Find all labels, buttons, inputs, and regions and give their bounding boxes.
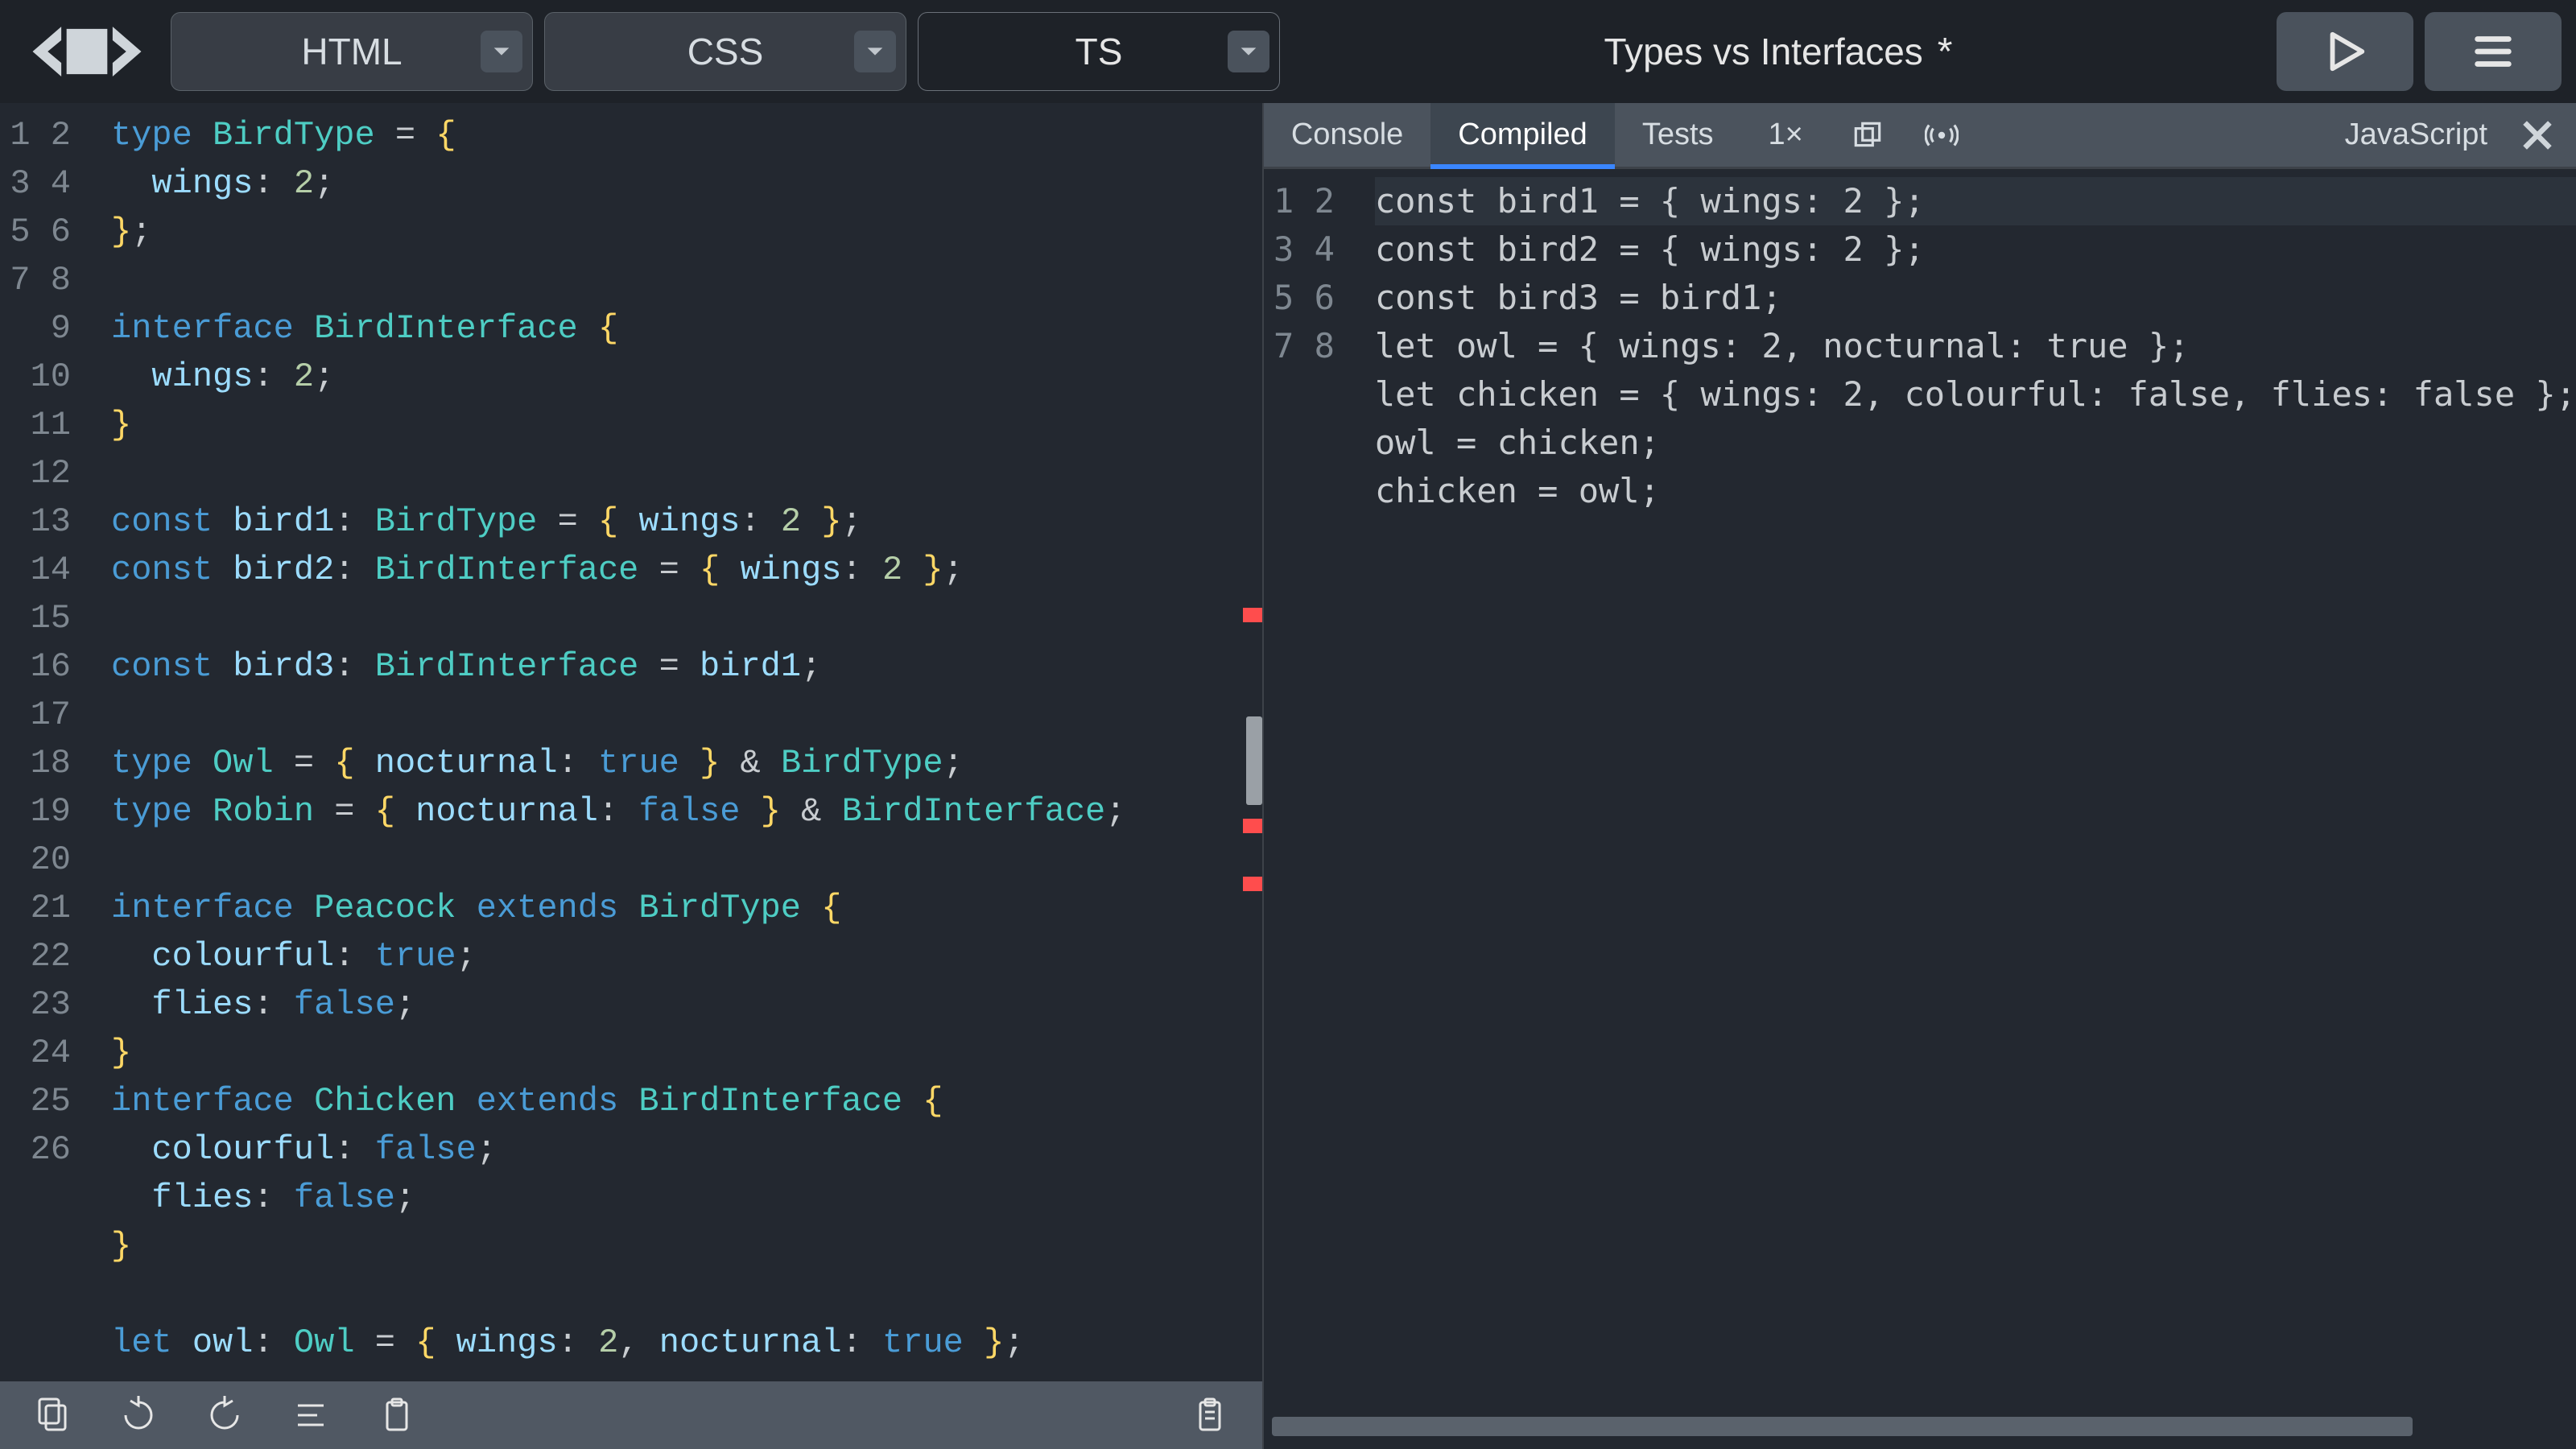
broadcast-icon xyxy=(1925,118,1959,152)
editor-bottom-toolbar xyxy=(0,1381,1262,1449)
app-root: HTML CSS TS Types vs Interfaces * xyxy=(0,0,2576,1449)
zoom-level-label: 1× xyxy=(1769,118,1803,152)
chevron-down-icon xyxy=(1237,40,1260,63)
tab-compiled-label: Compiled xyxy=(1458,118,1587,152)
menu-button[interactable] xyxy=(2425,12,2562,91)
tab-tests-label: Tests xyxy=(1642,118,1714,152)
popout-button[interactable] xyxy=(1831,103,1905,167)
main-area: 1 2 3 4 5 6 7 8 9 10 11 12 13 14 15 16 1… xyxy=(0,103,2576,1449)
undo-button[interactable] xyxy=(182,1385,266,1445)
editor-gutter: 1 2 3 4 5 6 7 8 9 10 11 12 13 14 15 16 1… xyxy=(0,103,85,1381)
tab-ts-label: TS xyxy=(1075,30,1123,73)
tab-ts[interactable]: TS xyxy=(918,12,1280,91)
run-icon xyxy=(2322,28,2368,75)
output-gutter: 1 2 3 4 5 6 7 8 xyxy=(1264,169,1349,1412)
unsaved-indicator: * xyxy=(1938,30,1953,74)
tab-css[interactable]: CSS xyxy=(544,12,906,91)
undo-icon xyxy=(205,1396,244,1435)
menu-icon xyxy=(2470,28,2516,75)
tab-css-dropdown[interactable] xyxy=(854,31,896,72)
editor-code-area[interactable]: 1 2 3 4 5 6 7 8 9 10 11 12 13 14 15 16 1… xyxy=(0,103,1262,1381)
editor-code[interactable]: type BirdType = { wings: 2; }; interface… xyxy=(85,103,1262,1381)
tab-html-dropdown[interactable] xyxy=(481,31,522,72)
playcode-logo-icon[interactable] xyxy=(14,15,159,88)
output-tabs: Console Compiled Tests 1× xyxy=(1264,103,2576,169)
top-bar: HTML CSS TS Types vs Interfaces * xyxy=(0,0,2576,103)
paste-button[interactable] xyxy=(354,1385,439,1445)
refresh-button[interactable] xyxy=(96,1385,180,1445)
output-language[interactable]: JavaScript xyxy=(2345,103,2487,167)
clipboard-icon xyxy=(1191,1396,1229,1435)
close-output-button[interactable] xyxy=(2508,103,2566,167)
format-button[interactable] xyxy=(268,1385,353,1445)
chevron-down-icon xyxy=(864,40,886,63)
refresh-icon xyxy=(119,1396,158,1435)
output-pane: Console Compiled Tests 1× xyxy=(1262,103,2576,1449)
output-hscrollbar[interactable] xyxy=(1272,1412,2568,1441)
project-title-text: Types vs Interfaces xyxy=(1604,30,1923,73)
close-icon xyxy=(2520,118,2555,153)
tab-html[interactable]: HTML xyxy=(171,12,533,91)
run-button[interactable] xyxy=(2277,12,2413,91)
editor-overview-ruler[interactable] xyxy=(1238,103,1262,1381)
format-icon xyxy=(291,1396,330,1435)
copy-button[interactable] xyxy=(10,1385,94,1445)
output-code[interactable]: const bird1 = { wings: 2 }; const bird2 … xyxy=(1349,169,2576,1412)
zoom-level[interactable]: 1× xyxy=(1741,103,1831,167)
scrollbar-thumb[interactable] xyxy=(1272,1417,2413,1436)
tab-compiled[interactable]: Compiled xyxy=(1430,103,1615,167)
tab-tests[interactable]: Tests xyxy=(1615,103,1741,167)
tab-html-label: HTML xyxy=(301,30,402,73)
copy-icon xyxy=(33,1396,72,1435)
output-language-label: JavaScript xyxy=(2345,118,2487,152)
editor-pane: 1 2 3 4 5 6 7 8 9 10 11 12 13 14 15 16 1… xyxy=(0,103,1262,1449)
clipboard-button[interactable] xyxy=(1168,1385,1253,1445)
tab-console[interactable]: Console xyxy=(1264,103,1430,167)
tab-css-label: CSS xyxy=(687,30,764,73)
project-title[interactable]: Types vs Interfaces * xyxy=(1291,30,2265,74)
live-button[interactable] xyxy=(1905,103,1979,167)
chevron-down-icon xyxy=(490,40,513,63)
tab-console-label: Console xyxy=(1291,118,1403,152)
popout-icon xyxy=(1851,118,1885,152)
output-code-area[interactable]: 1 2 3 4 5 6 7 8 const bird1 = { wings: 2… xyxy=(1264,169,2576,1412)
paste-icon xyxy=(378,1396,416,1435)
tab-ts-dropdown[interactable] xyxy=(1228,31,1269,72)
